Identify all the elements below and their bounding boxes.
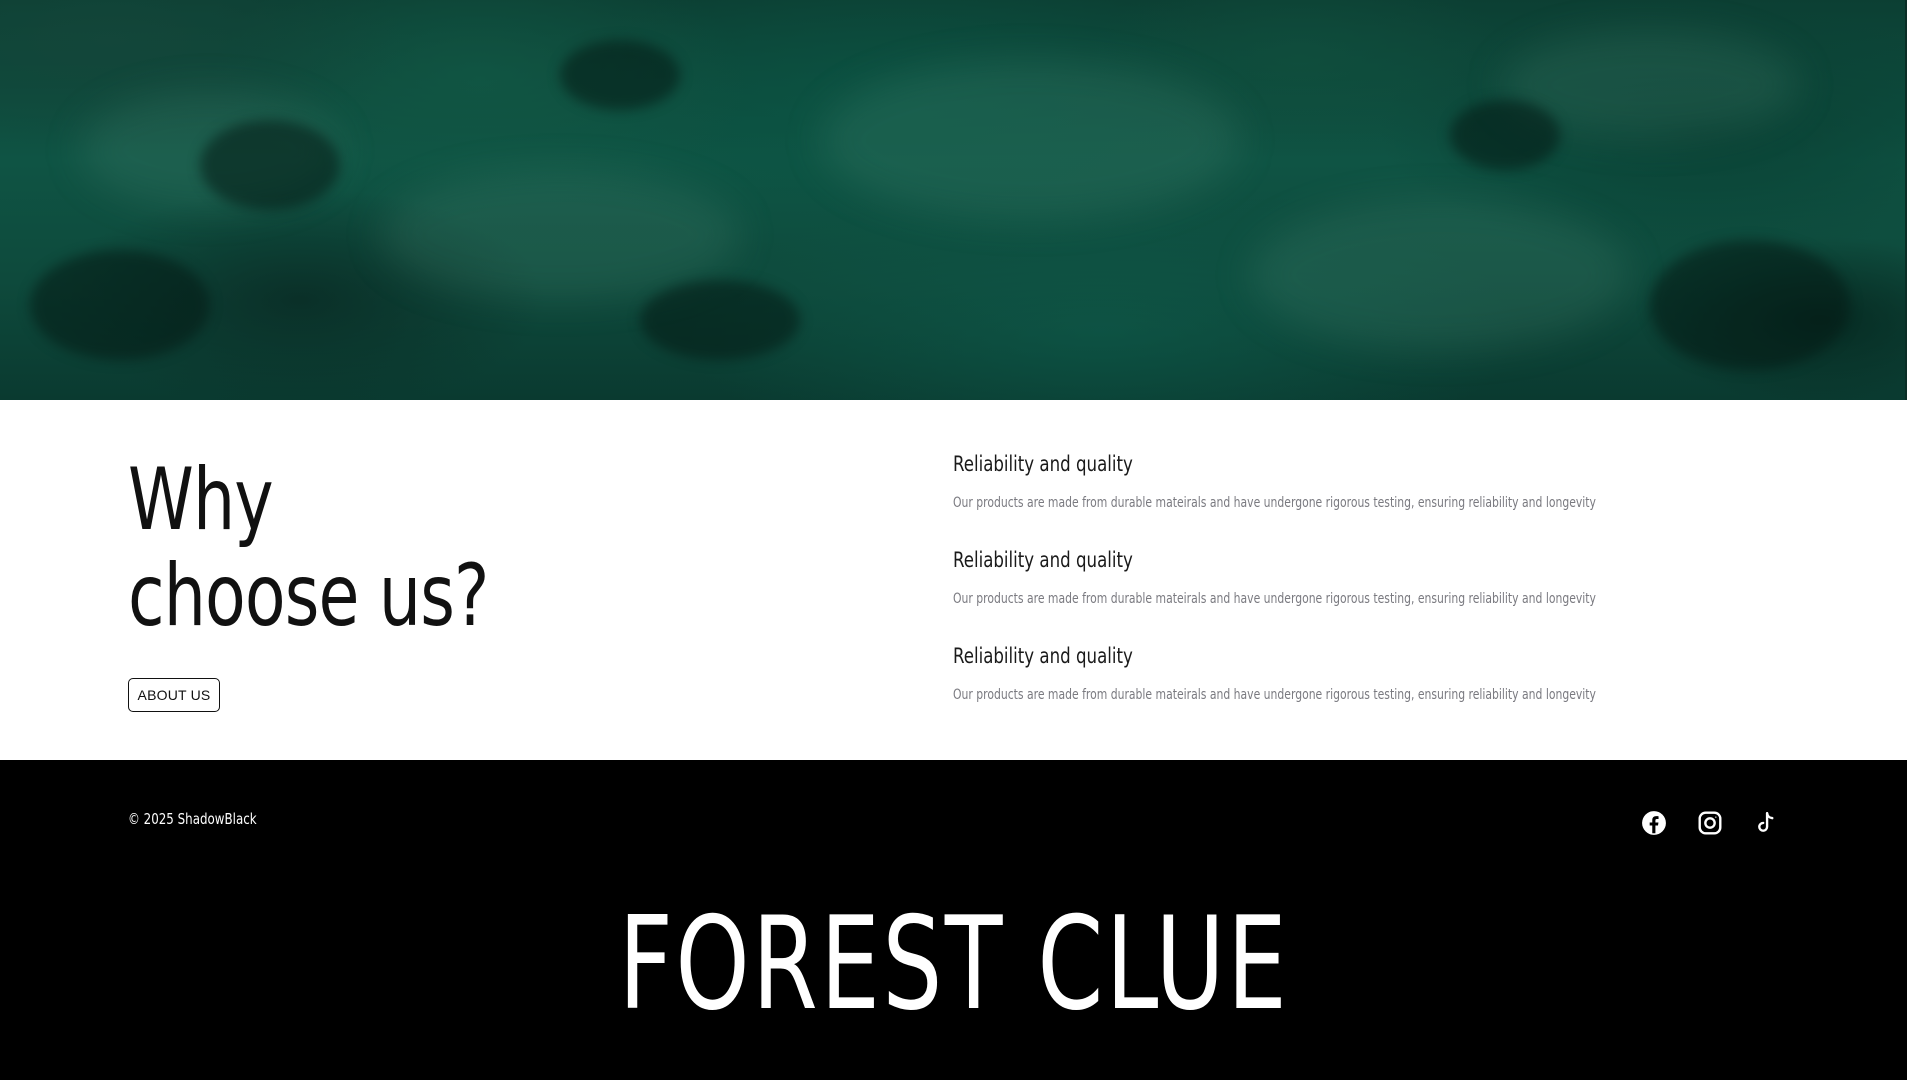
feature-title: Reliability and quality xyxy=(953,548,1133,572)
title-line-1: Why xyxy=(128,450,274,550)
feature-title: Reliability and quality xyxy=(953,452,1133,476)
page: Why choose us? ABOUT US Reliability and … xyxy=(0,0,1907,1080)
feature-item: Reliability and quality Our products are… xyxy=(953,642,1853,738)
facebook-icon[interactable] xyxy=(1641,810,1667,836)
feature-item: Reliability and quality Our products are… xyxy=(953,450,1853,546)
section-title: Why choose us? xyxy=(128,450,489,646)
about-us-button[interactable]: ABOUT US xyxy=(128,678,220,712)
feature-title: Reliability and quality xyxy=(953,644,1133,668)
title-line-2: choose us? xyxy=(128,546,489,646)
brand-wordmark: FOREST CLUE xyxy=(0,900,1907,1030)
feature-description: Our products are made from durable matei… xyxy=(953,495,1596,511)
feature-description: Our products are made from durable matei… xyxy=(953,687,1596,703)
copyright-text: © 2025 ShadowBlack xyxy=(128,810,257,828)
footer: © 2025 ShadowBlack FOREST CLUE xyxy=(0,760,1907,1080)
social-links xyxy=(1641,810,1779,836)
feature-description: Our products are made from durable matei… xyxy=(953,591,1596,607)
instagram-icon[interactable] xyxy=(1697,810,1723,836)
hero-forest-image xyxy=(0,0,1907,400)
feature-item: Reliability and quality Our products are… xyxy=(953,546,1853,642)
tiktok-icon[interactable] xyxy=(1753,810,1779,836)
features-list: Reliability and quality Our products are… xyxy=(953,450,1853,738)
brand-text: FOREST CLUE xyxy=(618,890,1289,1039)
why-choose-us-section: Why choose us? ABOUT US Reliability and … xyxy=(0,400,1907,760)
